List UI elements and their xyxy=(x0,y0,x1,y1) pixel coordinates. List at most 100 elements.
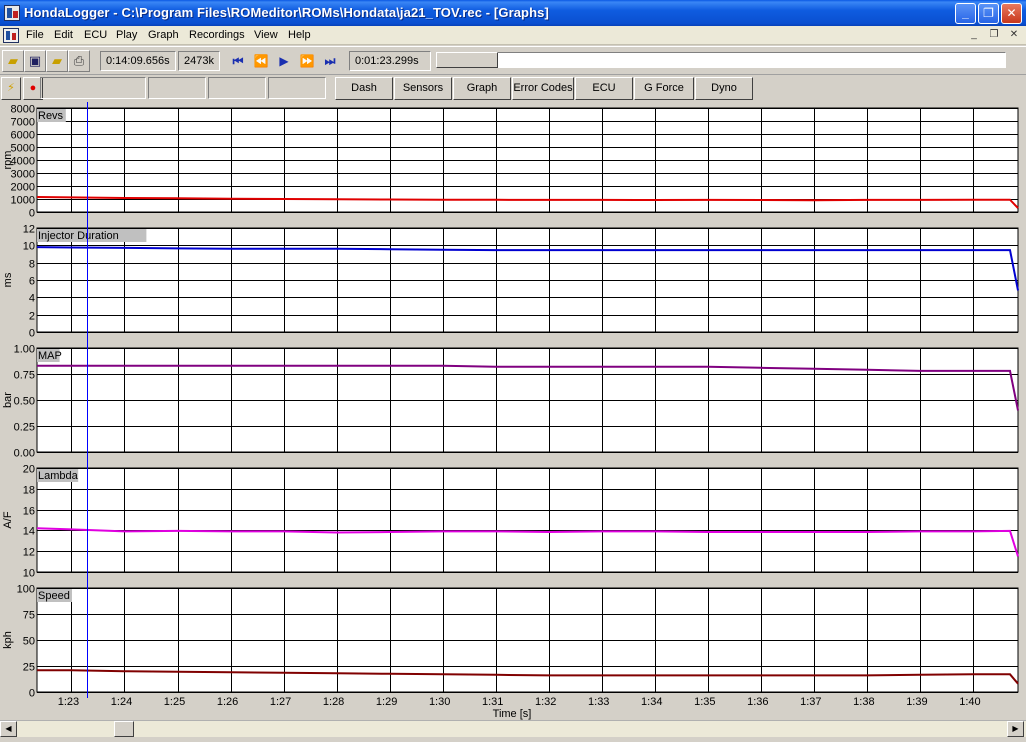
y-tick-label: 2 xyxy=(29,311,35,323)
mdi-restore-icon[interactable]: ❐ xyxy=(986,28,1002,42)
graph-panel-revs: 010002000300040005000600070008000 rpm Revs xyxy=(2,104,1019,220)
horizontal-scrollbar[interactable]: ◀ ▶ xyxy=(0,720,1026,737)
graph-panel-lambda: 10 12 14 16 18 20 A/F Lambda xyxy=(2,464,1019,580)
print-icon[interactable]: ⎙ xyxy=(68,50,90,72)
x-tick-label: 1:33 xyxy=(588,696,609,708)
y-axis-label: bar xyxy=(2,392,14,408)
graphs-svg[interactable]: 010002000300040005000600070008000rpmRevs… xyxy=(0,102,1026,720)
close-button[interactable]: ✕ xyxy=(1001,3,1022,24)
playback-progress-thumb[interactable] xyxy=(436,52,498,68)
y-axis-label: ms xyxy=(2,272,14,287)
y-tick-label: 16 xyxy=(23,506,35,518)
x-tick-label: 1:32 xyxy=(535,696,556,708)
mdi-minimize-icon[interactable]: _ xyxy=(966,28,982,42)
y-tick-label: 0 xyxy=(29,328,35,340)
y-tick-label: 4 xyxy=(29,293,35,305)
y-tick-label: 2000 xyxy=(11,182,35,194)
document-icon[interactable] xyxy=(3,28,19,43)
y-tick-label: 7000 xyxy=(11,117,35,129)
x-tick-label: 1:27 xyxy=(270,696,291,708)
graph-button[interactable]: Graph xyxy=(453,77,511,100)
y-tick-label: 0.50 xyxy=(14,396,35,408)
x-tick-label: 1:40 xyxy=(959,696,980,708)
y-tick-label: 20 xyxy=(23,464,35,476)
menu-recordings[interactable]: Recordings xyxy=(189,29,245,41)
menu-edit[interactable]: Edit xyxy=(54,29,73,41)
app-icon[interactable] xyxy=(4,5,20,21)
menu-ecu[interactable]: ECU xyxy=(84,29,107,41)
y-tick-label: 8000 xyxy=(11,104,35,116)
graph-panel-map: 0.00 0.25 0.50 0.75 1.00 bar MAP xyxy=(2,344,1019,460)
y-tick-label: 0.25 xyxy=(14,422,35,434)
y-tick-label: 0.75 xyxy=(14,370,35,382)
x-tick-label: 1:23 xyxy=(58,696,79,708)
dash-button[interactable]: Dash xyxy=(335,77,393,100)
playback-position-display: 0:01:23.299s xyxy=(349,51,431,71)
elapsed-time-display: 0:14:09.656s xyxy=(100,51,176,71)
panel-toolbar: ⚡ ● Dash Sensors Graph Error Codes ECU G… xyxy=(0,76,1026,101)
graph-panel-injector-duration: 0 2 4 6 8 10 12 ms Injector Duration xyxy=(2,224,1019,340)
y-tick-label: 75 xyxy=(23,610,35,622)
plot-background xyxy=(36,467,1019,573)
y-tick-label: 6 xyxy=(29,276,35,288)
x-tick-label: 1:30 xyxy=(429,696,450,708)
y-tick-label: 3000 xyxy=(11,169,35,181)
menu-file[interactable]: File xyxy=(26,29,44,41)
playback-progress-track[interactable] xyxy=(438,52,1006,68)
scroll-left-icon[interactable]: ◀ xyxy=(0,721,17,737)
rewind-icon[interactable]: ⏪ xyxy=(251,52,271,70)
x-tick-label: 1:38 xyxy=(853,696,874,708)
x-tick-label: 1:39 xyxy=(906,696,927,708)
restore-button[interactable]: ❐ xyxy=(978,3,999,24)
y-tick-label: 0.00 xyxy=(14,448,35,460)
skip-to-start-icon[interactable]: ⏮ xyxy=(228,52,248,70)
fast-forward-icon[interactable]: ⏩ xyxy=(297,52,317,70)
connect-icon[interactable]: ⚡ xyxy=(1,77,21,100)
x-tick-label: 1:25 xyxy=(164,696,185,708)
x-tick-label: 1:35 xyxy=(694,696,715,708)
menu-help[interactable]: Help xyxy=(288,29,311,41)
y-tick-label: 50 xyxy=(23,636,35,648)
play-icon[interactable]: ▶ xyxy=(274,52,294,70)
y-tick-label: 12 xyxy=(23,224,35,236)
graphs-panel: 0 1000 2000 3000 4000 5000 6000 7000 8000 rpm Revs… xyxy=(0,102,1026,720)
y-tick-label: 10 xyxy=(23,241,35,253)
y-tick-label: 5000 xyxy=(11,143,35,155)
status-strip xyxy=(0,737,1026,742)
y-tick-label: 0 xyxy=(29,208,35,220)
open-folder-icon[interactable]: ▰ xyxy=(2,50,24,72)
skip-to-end-icon[interactable]: ⏭ xyxy=(320,52,340,70)
error-codes-button[interactable]: Error Codes xyxy=(512,77,574,100)
dyno-button[interactable]: Dyno xyxy=(695,77,753,100)
graph-title: Speed xyxy=(38,590,70,602)
sensors-button[interactable]: Sensors xyxy=(394,77,452,100)
menu-view[interactable]: View xyxy=(254,29,278,41)
y-tick-label: 14 xyxy=(23,526,35,538)
recording-size-display: 2473k xyxy=(178,51,220,71)
ecu-button[interactable]: ECU xyxy=(575,77,633,100)
mdi-close-icon[interactable]: ✕ xyxy=(1006,28,1022,42)
x-tick-label: 1:37 xyxy=(800,696,821,708)
open-recording-icon[interactable]: ▰ xyxy=(46,50,68,72)
status-field-2 xyxy=(148,77,206,99)
status-field-4 xyxy=(268,77,326,99)
y-tick-label: 1000 xyxy=(11,195,35,207)
menu-play[interactable]: Play xyxy=(116,29,137,41)
g-force-button[interactable]: G Force xyxy=(634,77,694,100)
scroll-right-icon[interactable]: ▶ xyxy=(1007,721,1024,737)
save-icon[interactable]: ▣ xyxy=(24,50,46,72)
x-tick-label: 1:26 xyxy=(217,696,238,708)
status-field-3 xyxy=(208,77,266,99)
x-tick-label: 1:36 xyxy=(747,696,768,708)
graph-title: Injector Duration xyxy=(38,230,119,242)
y-tick-label: 8 xyxy=(29,259,35,271)
graph-title: Revs xyxy=(38,110,64,122)
window-title: HondaLogger - C:\Program Files\ROMeditor… xyxy=(24,5,549,20)
menu-graph[interactable]: Graph xyxy=(148,29,179,41)
graph-title: Lambda xyxy=(38,470,79,482)
x-tick-label: 1:28 xyxy=(323,696,344,708)
y-tick-label: 12 xyxy=(23,547,35,559)
minimize-button[interactable]: _ xyxy=(955,3,976,24)
scroll-thumb[interactable] xyxy=(114,721,134,737)
x-tick-label: 1:24 xyxy=(111,696,132,708)
